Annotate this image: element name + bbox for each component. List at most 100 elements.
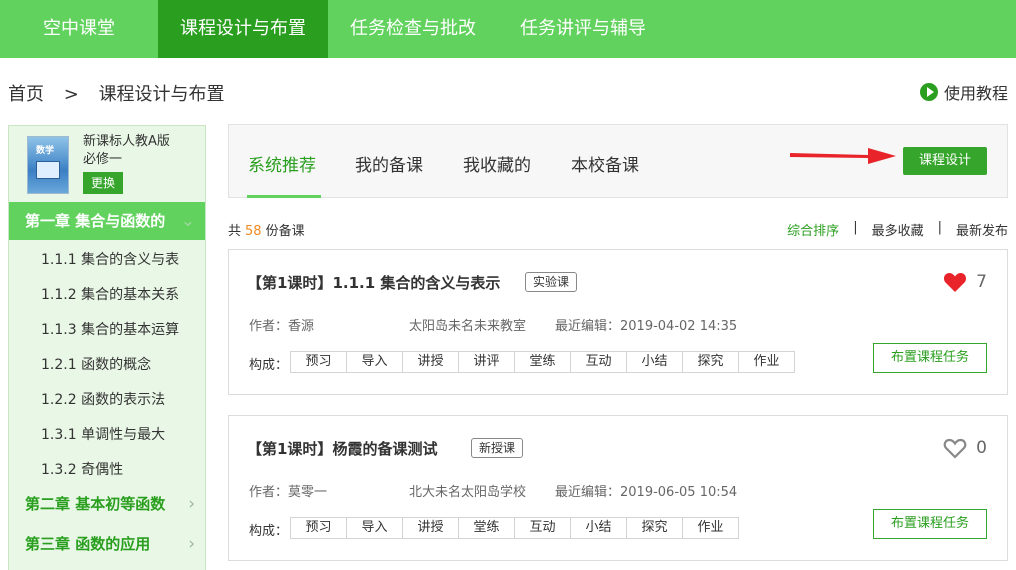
section-1-3-1[interactable]: 1.3.1 单调性与最大 <box>41 424 165 444</box>
part-chip[interactable]: 讲授 <box>402 351 459 373</box>
chapter-2[interactable]: 第二章 基本初等函数 › <box>9 485 205 523</box>
course-design-button[interactable]: 课程设计 <box>903 147 987 175</box>
author-name: 莫零一 <box>288 485 328 500</box>
composition-label: 构成： <box>249 358 289 373</box>
active-tab-indicator <box>247 195 321 198</box>
top-nav: 空中课堂 课程设计与布置 任务检查与批改 任务讲评与辅导 <box>0 0 1016 58</box>
lesson-type-tag: 实验课 <box>525 272 578 292</box>
sort-divider: | <box>937 220 942 235</box>
nav-item-task-check[interactable]: 任务检查与批改 <box>328 0 498 58</box>
part-chip[interactable]: 预习 <box>290 351 347 373</box>
author-info: 作者：莫零一 <box>249 481 327 500</box>
chevron-right-icon: › <box>188 494 195 514</box>
tab-my-favorites[interactable]: 我收藏的 <box>463 151 531 176</box>
school-name: 太阳岛未名未来教室 <box>409 319 527 334</box>
edit-label: 最近编辑： <box>555 485 621 500</box>
nav-item-course-design[interactable]: 课程设计与布置 <box>158 0 328 58</box>
assign-task-button[interactable]: 布置课程任务 <box>873 509 987 539</box>
breadcrumb: 首页 > 课程设计与布置 <box>8 80 225 106</box>
part-chip[interactable]: 探究 <box>626 517 683 539</box>
count-suffix: 份备课 <box>265 224 305 239</box>
part-chip[interactable]: 预习 <box>290 517 347 539</box>
breadcrumb-separator: > <box>63 84 79 105</box>
part-chip[interactable]: 讲授 <box>402 517 459 539</box>
chapter-label: 第一章 集合与函数的 <box>25 212 166 230</box>
part-chip[interactable]: 讲评 <box>458 351 515 373</box>
nav-item-task-review[interactable]: 任务讲评与辅导 <box>498 0 668 58</box>
section-1-3-2[interactable]: 1.3.2 奇偶性 <box>41 459 123 479</box>
edit-time: 2019-04-02 14:35 <box>620 319 738 334</box>
lesson-title[interactable]: 【第1课时】1.1.1 集合的含义与表示 <box>247 272 500 293</box>
swap-book-button[interactable]: 更换 <box>83 172 123 194</box>
edit-info: 最近编辑：2019-04-02 14:35 <box>555 315 737 334</box>
favorite-count: 7 <box>976 272 987 292</box>
chevron-down-icon: ⌄ <box>180 211 195 231</box>
section-1-1-3[interactable]: 1.1.3 集合的基本运算 <box>41 319 179 339</box>
part-chip[interactable]: 互动 <box>570 351 627 373</box>
tutorial-label: 使用教程 <box>943 84 1008 103</box>
part-chip[interactable]: 小结 <box>626 351 683 373</box>
chapter-1[interactable]: 第一章 集合与函数的 ⌄ <box>9 202 205 240</box>
part-chip[interactable]: 堂练 <box>514 351 571 373</box>
section-1-2-1[interactable]: 1.2.1 函数的概念 <box>41 354 151 374</box>
sort-divider: | <box>853 220 858 235</box>
tab-my-lessons[interactable]: 我的备课 <box>355 151 423 176</box>
assign-task-button[interactable]: 布置课程任务 <box>873 343 987 373</box>
lesson-card: 【第1课时】杨霞的备课测试 新授课 0 作者：莫零一 北大未名太阳岛学校 最近编… <box>228 415 1008 561</box>
heart-outline-icon[interactable] <box>943 437 967 459</box>
nav-brand[interactable]: 空中课堂 <box>0 0 158 58</box>
edit-info: 最近编辑：2019-06-05 10:54 <box>555 481 737 500</box>
part-chip[interactable]: 导入 <box>346 517 403 539</box>
sidebar: 数学 新课标人教A版 必修一 更换 第一章 集合与函数的 ⌄ 1.1.1 集合的… <box>8 125 206 570</box>
part-chip[interactable]: 作业 <box>682 517 739 539</box>
book-title-line1: 新课标人教A版 <box>83 134 170 149</box>
chapter-label: 第二章 基本初等函数 <box>25 495 166 513</box>
section-1-2-2[interactable]: 1.2.2 函数的表示法 <box>41 389 165 409</box>
book-cover-text: 数学 <box>36 146 55 156</box>
part-chip[interactable]: 导入 <box>346 351 403 373</box>
author-name: 香源 <box>288 319 315 334</box>
sort-options: 综合排序 | 最多收藏 | 最新发布 <box>787 220 1008 239</box>
red-arrow-icon <box>790 148 896 164</box>
sort-overall[interactable]: 综合排序 <box>787 220 839 239</box>
edit-time: 2019-06-05 10:54 <box>620 485 738 500</box>
tutorial-link[interactable]: 使用教程 <box>919 80 1008 104</box>
chevron-right-icon: › <box>188 534 195 554</box>
section-1-1-1[interactable]: 1.1.1 集合的含义与表 <box>41 249 179 269</box>
lesson-title[interactable]: 【第1课时】杨霞的备课测试 <box>247 438 437 459</box>
author-label: 作者： <box>249 319 289 334</box>
book-cover: 数学 <box>27 136 69 194</box>
tab-system-recommend[interactable]: 系统推荐 <box>248 151 316 176</box>
lesson-card: 【第1课时】1.1.1 集合的含义与表示 实验课 7 作者：香源 太阳岛未名未来… <box>228 249 1008 395</box>
school-name: 北大未名太阳岛学校 <box>409 485 527 500</box>
chapter-3[interactable]: 第三章 函数的应用 › <box>9 525 205 563</box>
author-label: 作者： <box>249 485 289 500</box>
composition-chips: 预习 导入 讲授 讲评 堂练 互动 小结 探究 作业 <box>290 351 795 373</box>
chapter-label: 第三章 函数的应用 <box>25 535 151 553</box>
lesson-count: 共 58 份备课 <box>228 220 305 239</box>
part-chip[interactable]: 小结 <box>570 517 627 539</box>
lesson-type-tag: 新授课 <box>471 438 524 458</box>
play-icon <box>919 83 938 101</box>
part-chip[interactable]: 探究 <box>682 351 739 373</box>
part-chip[interactable]: 作业 <box>738 351 795 373</box>
book-title: 新课标人教A版 必修一 <box>83 133 170 169</box>
composition-chips: 预习 导入 讲授 堂练 互动 小结 探究 作业 <box>290 517 739 539</box>
part-chip[interactable]: 互动 <box>514 517 571 539</box>
sort-newest[interactable]: 最新发布 <box>956 220 1008 239</box>
favorite-count: 0 <box>976 438 987 458</box>
edit-label: 最近编辑： <box>555 319 621 334</box>
author-info: 作者：香源 <box>249 315 314 334</box>
book-computer-icon <box>36 161 60 179</box>
breadcrumb-current: 课程设计与布置 <box>98 84 225 105</box>
section-1-1-2[interactable]: 1.1.2 集合的基本关系 <box>41 284 179 304</box>
heart-filled-icon[interactable] <box>943 271 967 293</box>
sort-most-favorited[interactable]: 最多收藏 <box>872 220 924 239</box>
breadcrumb-home[interactable]: 首页 <box>8 84 44 105</box>
count-number: 58 <box>245 224 262 239</box>
count-prefix: 共 <box>228 224 242 239</box>
book-title-line2: 必修一 <box>83 152 123 167</box>
tab-school-lessons[interactable]: 本校备课 <box>571 151 639 176</box>
composition-label: 构成： <box>249 524 289 539</box>
part-chip[interactable]: 堂练 <box>458 517 515 539</box>
